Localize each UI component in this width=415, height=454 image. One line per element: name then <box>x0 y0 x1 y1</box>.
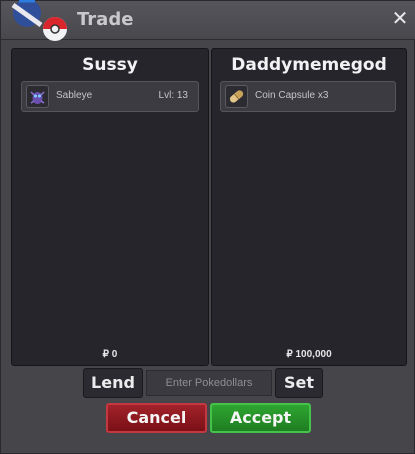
item-name: Sableye <box>56 90 93 101</box>
title-bar[interactable]: Trade ✕ <box>1 0 415 41</box>
item-name: Coin Capsule x3 <box>255 90 329 101</box>
money-amount: ₽ 0 <box>102 349 118 360</box>
window-title: Trade <box>77 9 134 30</box>
trade-window: Trade ✕ Sussy Sableye Lvl: 13 ₽ 0 Daddym… <box>0 0 415 454</box>
item-level: Lvl: 13 <box>158 90 188 101</box>
lend-button[interactable]: Lend <box>83 368 143 398</box>
pokedollars-input[interactable]: Enter Pokedollars <box>146 370 272 396</box>
accept-button[interactable]: Accept <box>210 403 311 433</box>
cancel-button[interactable]: Cancel <box>106 403 207 433</box>
coin-capsule-icon <box>225 85 248 108</box>
offered-item-slot[interactable]: Sableye Lvl: 13 <box>21 81 199 112</box>
pokeball-logo-icon <box>11 0 67 41</box>
close-icon[interactable]: ✕ <box>390 8 410 28</box>
money-amount: ₽ 100,000 <box>286 349 332 360</box>
partner-name: Daddymemegod <box>231 55 387 75</box>
player-name: Sussy <box>82 55 138 75</box>
my-offer-panel: Sussy Sableye Lvl: 13 ₽ 0 <box>11 48 209 366</box>
partner-offer-panel: Daddymemegod Coin Capsule x3 ₽ 100,000 <box>211 48 407 366</box>
partner-item-slot[interactable]: Coin Capsule x3 <box>220 81 396 112</box>
sableye-icon <box>26 85 49 108</box>
set-button[interactable]: Set <box>275 368 323 398</box>
